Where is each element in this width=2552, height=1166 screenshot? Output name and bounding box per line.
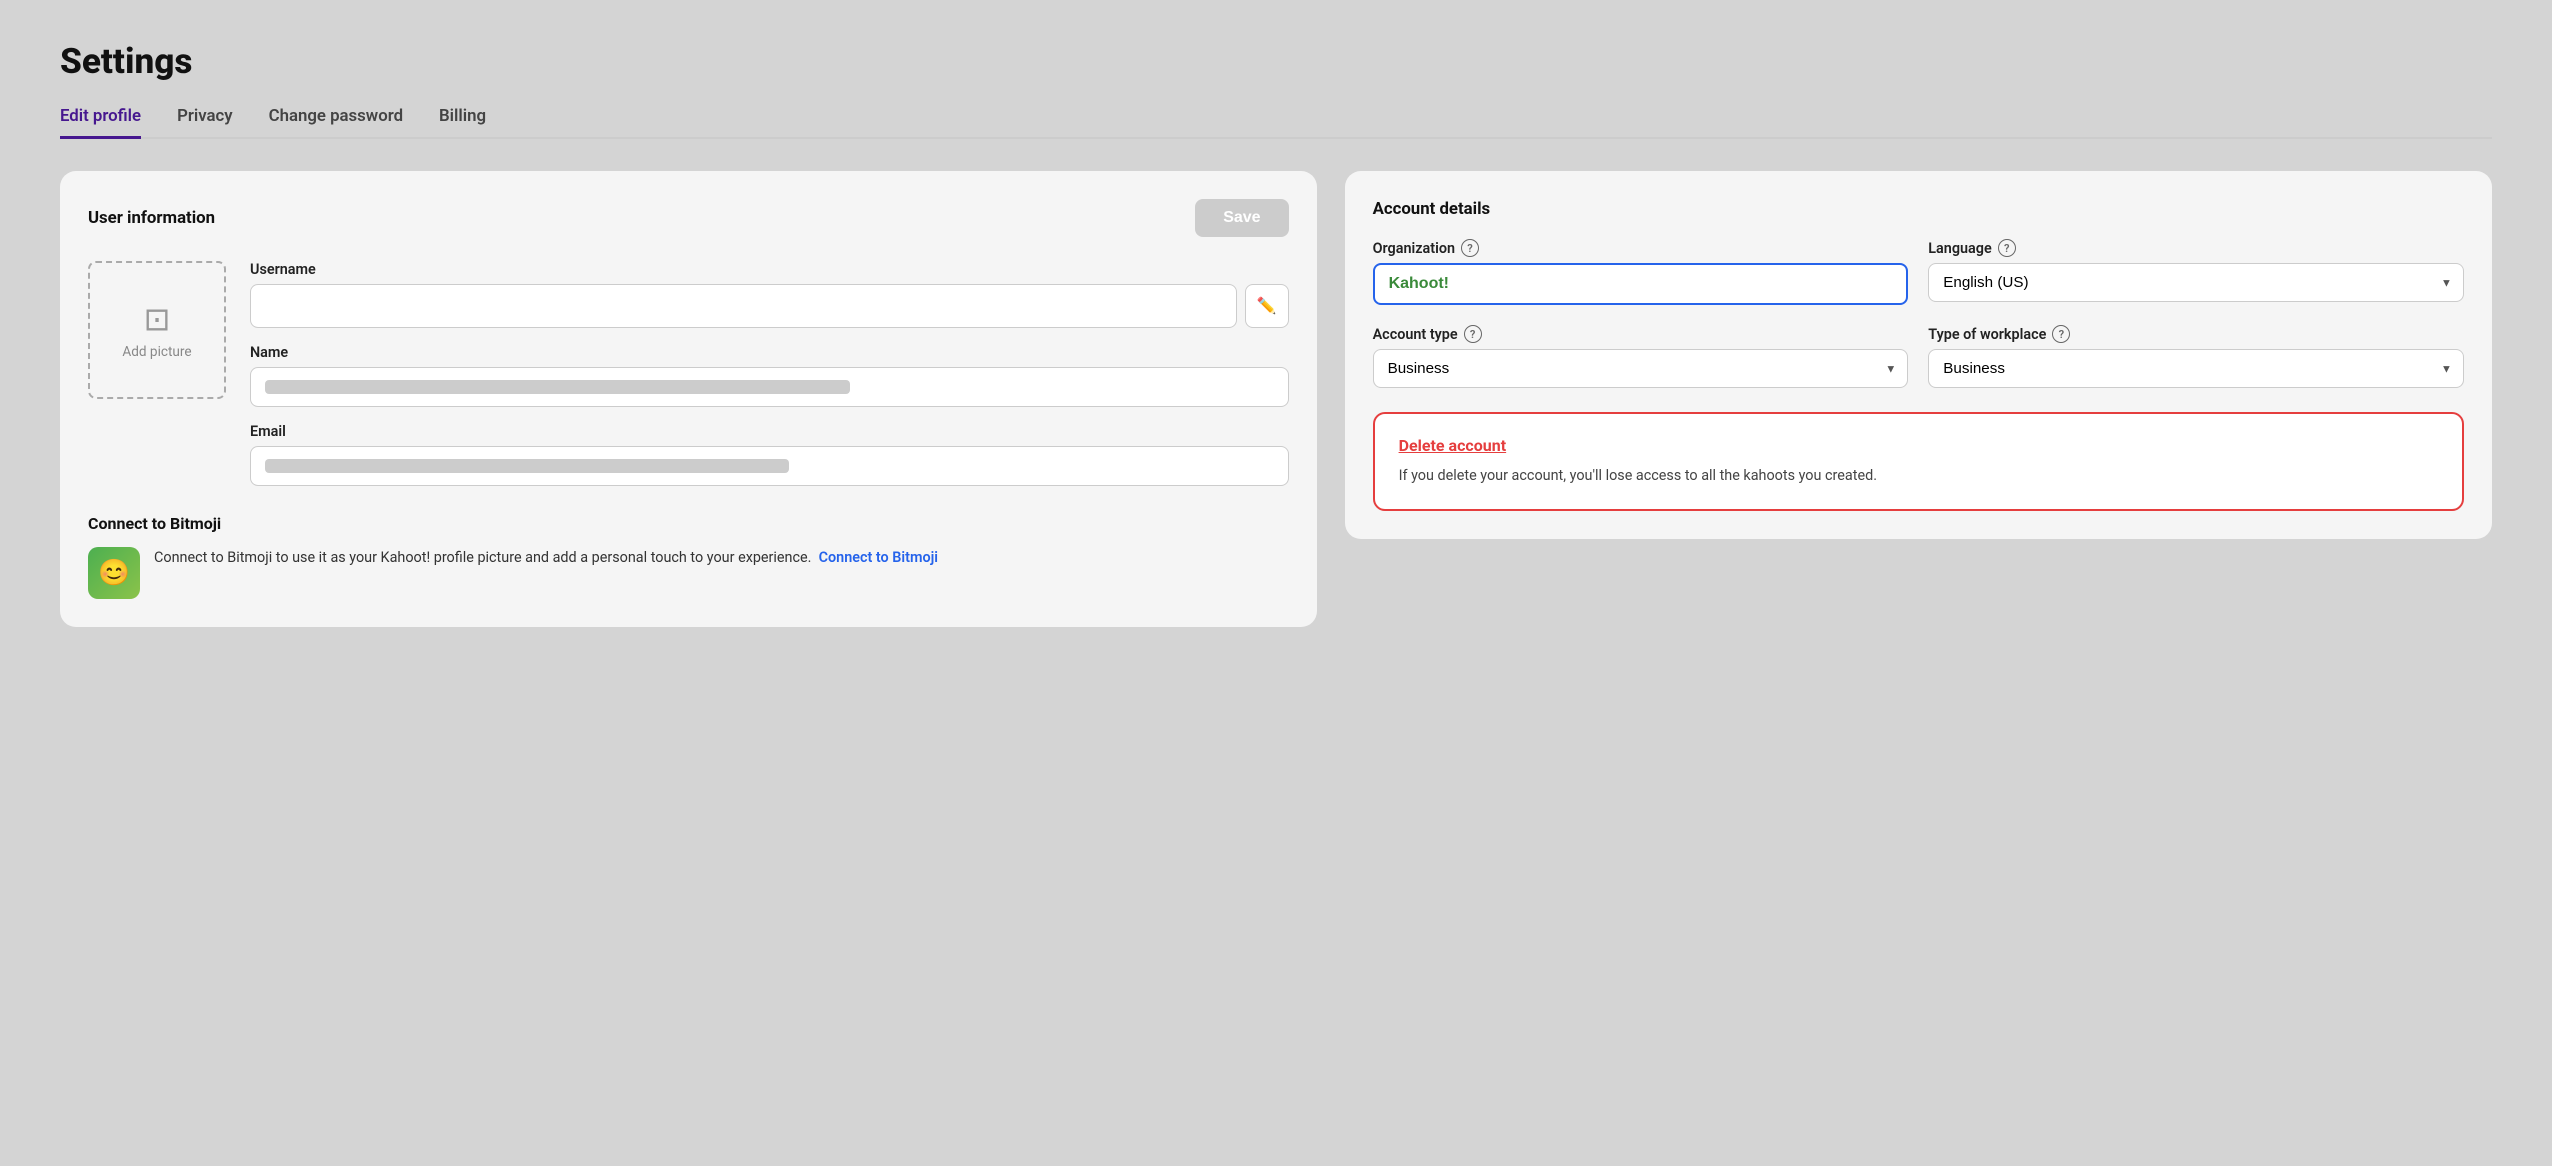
workplace-type-select-wrapper: Business School University Government: [1928, 349, 2464, 388]
workplace-type-label: Type of workplace ?: [1928, 325, 2464, 343]
connect-bitmoji-title: Connect to Bitmoji: [88, 514, 1289, 533]
edit-username-button[interactable]: ✏️: [1245, 284, 1289, 328]
bitmoji-desc-text: Connect to Bitmoji to use it as your Kah…: [154, 549, 811, 566]
workplace-type-select[interactable]: Business School University Government: [1928, 349, 2464, 388]
user-information-card: User information Save ⊡ Add picture User…: [60, 171, 1317, 627]
page-title: Settings: [60, 40, 2492, 82]
delete-account-card: Delete account If you delete your accoun…: [1373, 412, 2464, 511]
account-type-label: Account type ?: [1373, 325, 1909, 343]
bitmoji-description: Connect to Bitmoji to use it as your Kah…: [154, 547, 938, 569]
organization-label: Organization ?: [1373, 239, 1909, 257]
account-type-select-wrapper: Business Personal Education: [1373, 349, 1909, 388]
username-label: Username: [250, 261, 1289, 278]
tab-privacy[interactable]: Privacy: [177, 106, 233, 139]
language-select[interactable]: English (US) Spanish French German: [1928, 263, 2464, 302]
name-field: Name: [250, 344, 1289, 407]
workplace-type-help-icon[interactable]: ?: [2052, 325, 2070, 343]
language-help-icon[interactable]: ?: [1998, 239, 2016, 257]
save-button[interactable]: Save: [1195, 199, 1288, 237]
language-select-wrapper: English (US) Spanish French German: [1928, 263, 2464, 302]
name-label: Name: [250, 344, 1289, 361]
workplace-type-field: Type of workplace ? Business School Univ…: [1928, 325, 2464, 388]
account-type-field: Account type ? Business Personal Educati…: [1373, 325, 1909, 388]
user-info-title: User information: [88, 208, 215, 228]
email-field-group: Email: [250, 423, 1289, 486]
account-type-help-icon[interactable]: ?: [1464, 325, 1482, 343]
name-placeholder-bar: [265, 380, 850, 394]
form-fields: Username ✏️ Name Email: [250, 261, 1289, 486]
email-label: Email: [250, 423, 1289, 440]
main-content: User information Save ⊡ Add picture User…: [60, 171, 2492, 627]
email-input[interactable]: [250, 446, 1289, 486]
details-grid: Organization ? Language ? English (US) S…: [1373, 239, 2464, 388]
connect-bitmoji-link[interactable]: Connect to Bitmoji: [819, 549, 938, 566]
organization-help-icon[interactable]: ?: [1461, 239, 1479, 257]
bitmoji-row: 😊 Connect to Bitmoji to use it as your K…: [88, 547, 1289, 599]
tabs-container: Edit profile Privacy Change password Bil…: [60, 106, 2492, 139]
email-placeholder-bar: [265, 459, 789, 473]
delete-account-description: If you delete your account, you'll lose …: [1399, 465, 2438, 487]
account-type-select[interactable]: Business Personal Education: [1373, 349, 1909, 388]
tab-billing[interactable]: Billing: [439, 106, 486, 139]
bitmoji-icon: 😊: [88, 547, 140, 599]
account-details-card: Account details Organization ? Language …: [1345, 171, 2492, 539]
username-field: Username ✏️: [250, 261, 1289, 328]
tab-edit-profile[interactable]: Edit profile: [60, 106, 141, 139]
user-info-body: ⊡ Add picture Username ✏️ Name: [88, 261, 1289, 486]
add-picture-label: Add picture: [122, 344, 191, 360]
avatar-upload[interactable]: ⊡ Add picture: [88, 261, 226, 399]
username-input-row: ✏️: [250, 284, 1289, 328]
tab-change-password[interactable]: Change password: [269, 106, 403, 139]
language-label: Language ?: [1928, 239, 2464, 257]
organization-input[interactable]: [1373, 263, 1909, 305]
name-input[interactable]: [250, 367, 1289, 407]
connect-bitmoji-section: Connect to Bitmoji 😊 Connect to Bitmoji …: [88, 514, 1289, 599]
organization-field: Organization ?: [1373, 239, 1909, 305]
delete-account-button[interactable]: Delete account: [1399, 436, 2438, 455]
account-details-title: Account details: [1373, 199, 2464, 219]
card-header: User information Save: [88, 199, 1289, 237]
image-icon: ⊡: [144, 300, 171, 338]
username-input[interactable]: [250, 284, 1237, 328]
language-field: Language ? English (US) Spanish French G…: [1928, 239, 2464, 305]
